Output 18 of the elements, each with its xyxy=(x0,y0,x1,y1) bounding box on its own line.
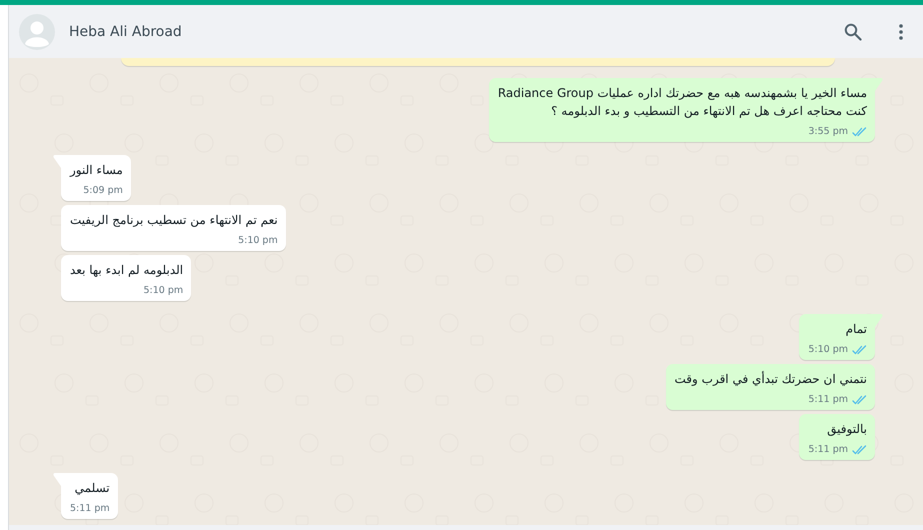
message-text: تمام xyxy=(844,321,867,338)
message-time: 5:10 pm xyxy=(808,344,848,355)
menu-icon[interactable] xyxy=(899,24,903,40)
message-text: مساء النور xyxy=(70,162,123,179)
message-time: 3:55 pm xyxy=(808,126,848,137)
message-text: تسلمي xyxy=(74,480,110,497)
message-time: 5:11 pm xyxy=(808,394,848,405)
message-time: 5:10 pm xyxy=(238,235,278,246)
message-time: 5:10 pm xyxy=(144,285,184,296)
search-icon[interactable] xyxy=(844,22,862,40)
message-text: مساء الخير يا بشمهندسه هبه مع حضرتك اداره عمليات Radiance Group كنت محتاجه اعرف هل تم الانتهاء من التسطيب و بدء الدبلومه ؟ xyxy=(498,85,867,120)
message-text: نتمني ان حضرتك تبدأي في اقرب وقت xyxy=(674,370,867,388)
message-time: 5:09 pm xyxy=(83,185,123,196)
message-time: 5:11 pm xyxy=(808,444,848,455)
message-text: بالتوفيق xyxy=(826,421,867,438)
message-text: نعم تم الانتهاء من تسطيب برنامج الريفيت xyxy=(70,212,278,229)
message-text: الدبلومه لم ابدء بها بعد xyxy=(70,262,184,279)
message-time: 5:11 pm xyxy=(70,503,110,514)
